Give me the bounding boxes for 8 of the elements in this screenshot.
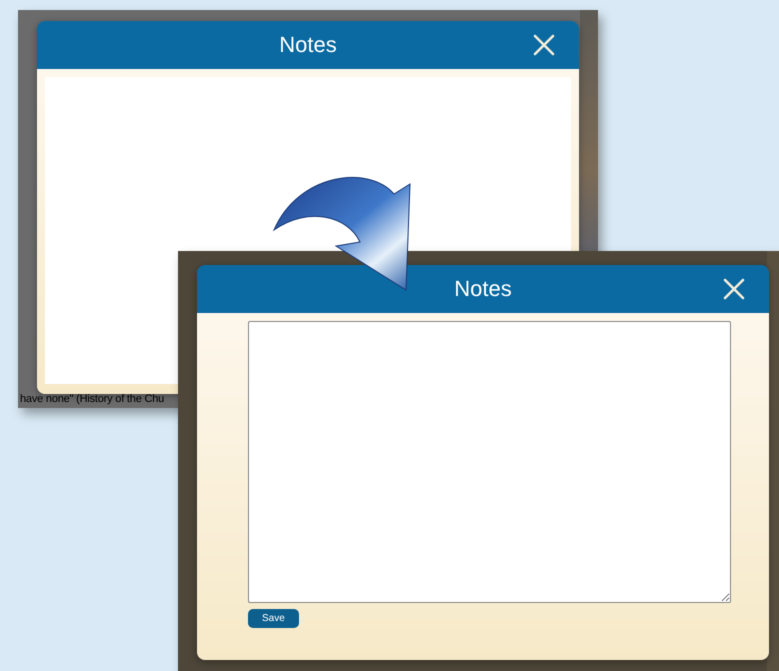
dialog-title: Notes [279,32,337,58]
article-text: have none" (History of the Chu [20,393,164,405]
dialog-title: Notes [454,276,512,302]
note-field[interactable] [248,321,731,603]
curved-arrow-icon [274,177,410,290]
save-button[interactable]: Save [248,609,299,628]
close-icon[interactable] [533,34,555,56]
close-icon[interactable] [723,278,745,300]
